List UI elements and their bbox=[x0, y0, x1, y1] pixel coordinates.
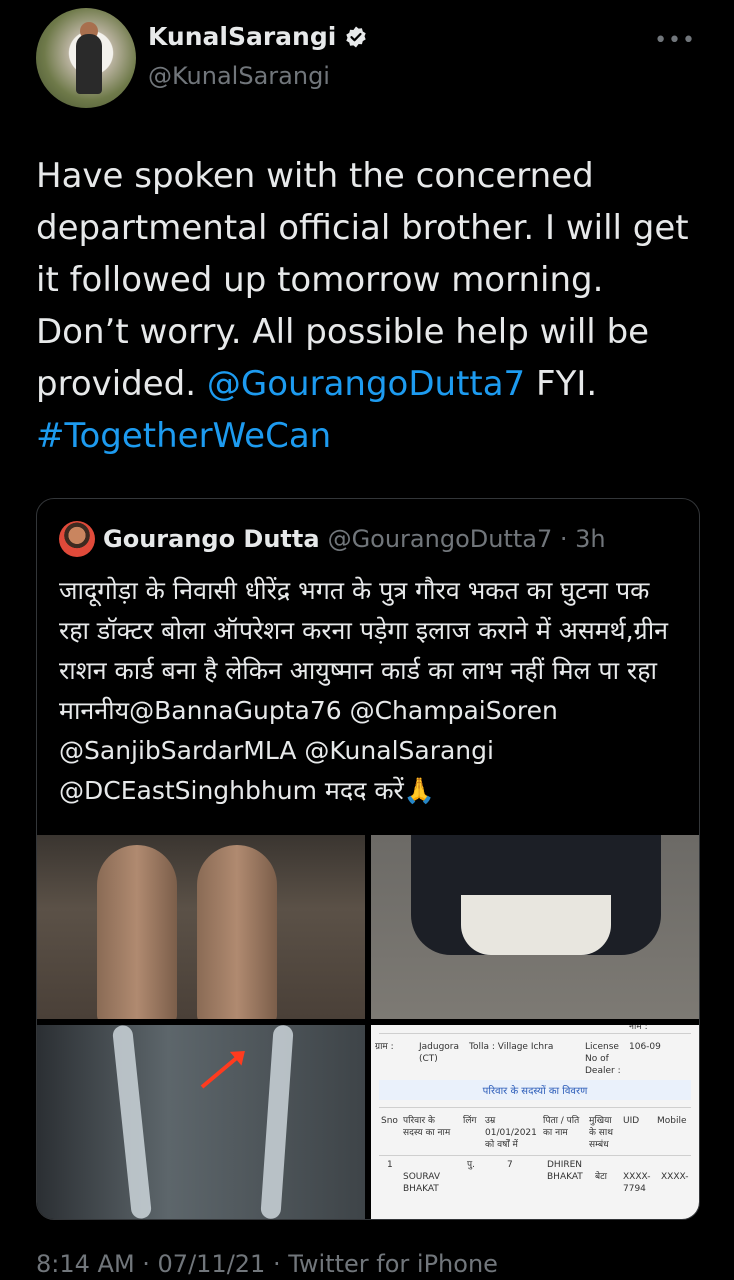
leg-shape bbox=[97, 845, 177, 1019]
media-photo-child[interactable] bbox=[371, 835, 699, 1019]
doc-license-value: 106-09 bbox=[629, 1042, 661, 1052]
author-name[interactable]: KunalSarangi bbox=[148, 22, 336, 51]
doc-tolla: Tolla : Village Ichra bbox=[469, 1042, 554, 1052]
doc-row-cell: XXXX-7794 bbox=[623, 1172, 651, 1194]
doc-header-cell: Mobile bbox=[657, 1116, 687, 1126]
doc-rule bbox=[379, 1155, 691, 1156]
media-photo-xray[interactable] bbox=[37, 1025, 365, 1219]
author-name-row: KunalSarangi bbox=[148, 22, 368, 51]
doc-row-cell: XXXX- bbox=[661, 1172, 689, 1182]
xray-arrow-icon bbox=[200, 1053, 242, 1089]
xray-bone bbox=[260, 1025, 294, 1219]
doc-header-cell: Sno bbox=[381, 1116, 398, 1126]
quoted-author-avatar bbox=[59, 521, 95, 557]
quoted-author-handle-time: @GourangoDutta7 · 3h bbox=[327, 525, 606, 553]
avatar-body bbox=[76, 34, 102, 94]
quoted-author-name: Gourango Dutta bbox=[103, 525, 320, 553]
tweet-text: Have spoken with the concerned departmen… bbox=[36, 150, 696, 462]
doc-row-cell: SOURAV BHAKAT bbox=[403, 1172, 441, 1194]
author-handle[interactable]: @KunalSarangi bbox=[148, 62, 330, 90]
quoted-tweet-header: Gourango Dutta @GourangoDutta7 · 3h bbox=[59, 521, 606, 557]
hashtag-link[interactable]: #TogetherWeCan bbox=[36, 416, 331, 456]
doc-row-cell: बेटा bbox=[595, 1172, 608, 1182]
doc-top-label: नाम : bbox=[629, 1025, 648, 1032]
doc-row-cell: 7 bbox=[507, 1160, 513, 1170]
doc-row-cell: 1 bbox=[387, 1160, 393, 1170]
media-grid: नाम : ग्राम : Jadugora (CT) Tolla : Vill… bbox=[37, 835, 699, 1219]
doc-gram-value: Jadugora (CT) bbox=[419, 1042, 460, 1064]
author-avatar[interactable] bbox=[36, 8, 136, 108]
doc-row-cell: DHIREN BHAKAT bbox=[547, 1160, 583, 1182]
doc-section-title: परिवार के सदस्यों का विवरण bbox=[482, 1086, 588, 1097]
doc-header-cell: UID bbox=[623, 1116, 640, 1126]
leg-shape bbox=[197, 845, 277, 1019]
verified-badge-icon bbox=[346, 26, 367, 47]
shorts-shape bbox=[461, 895, 611, 955]
doc-header-cell: लिंग bbox=[463, 1116, 477, 1126]
media-ration-card-document[interactable]: नाम : ग्राम : Jadugora (CT) Tolla : Vill… bbox=[371, 1025, 699, 1219]
doc-gram-label: ग्राम : bbox=[375, 1042, 394, 1052]
doc-row-cell: पु. bbox=[467, 1160, 475, 1170]
doc-rule bbox=[379, 1107, 691, 1108]
doc-license-label: License No of Dealer : bbox=[585, 1042, 621, 1076]
more-options-icon[interactable]: ••• bbox=[654, 28, 696, 53]
media-photo-knee[interactable] bbox=[37, 835, 365, 1019]
tweet-text-part-2: FYI. bbox=[525, 364, 598, 404]
doc-header-cell: पिता / पति का नाम bbox=[543, 1116, 580, 1138]
xray-bone bbox=[111, 1025, 153, 1219]
doc-header-cell: उम्र 01/01/2021 को वर्षों में bbox=[485, 1116, 537, 1150]
doc-header-cell: मुखिया के साथ सम्बंध bbox=[589, 1116, 613, 1150]
quoted-tweet-card[interactable]: Gourango Dutta @GourangoDutta7 · 3h जादू… bbox=[36, 498, 700, 1220]
tweet-timestamp-source[interactable]: 8:14 AM · 07/11/21 · Twitter for iPhone bbox=[36, 1250, 498, 1278]
quoted-tweet-text: जादूगोड़ा के निवासी धीरेंद्र भगत के पुत्… bbox=[59, 576, 669, 805]
mention-link[interactable]: @GourangoDutta7 bbox=[207, 364, 525, 404]
doc-header-cell: परिवार के सदस्य का नाम bbox=[403, 1116, 451, 1138]
doc-rule bbox=[379, 1033, 691, 1034]
